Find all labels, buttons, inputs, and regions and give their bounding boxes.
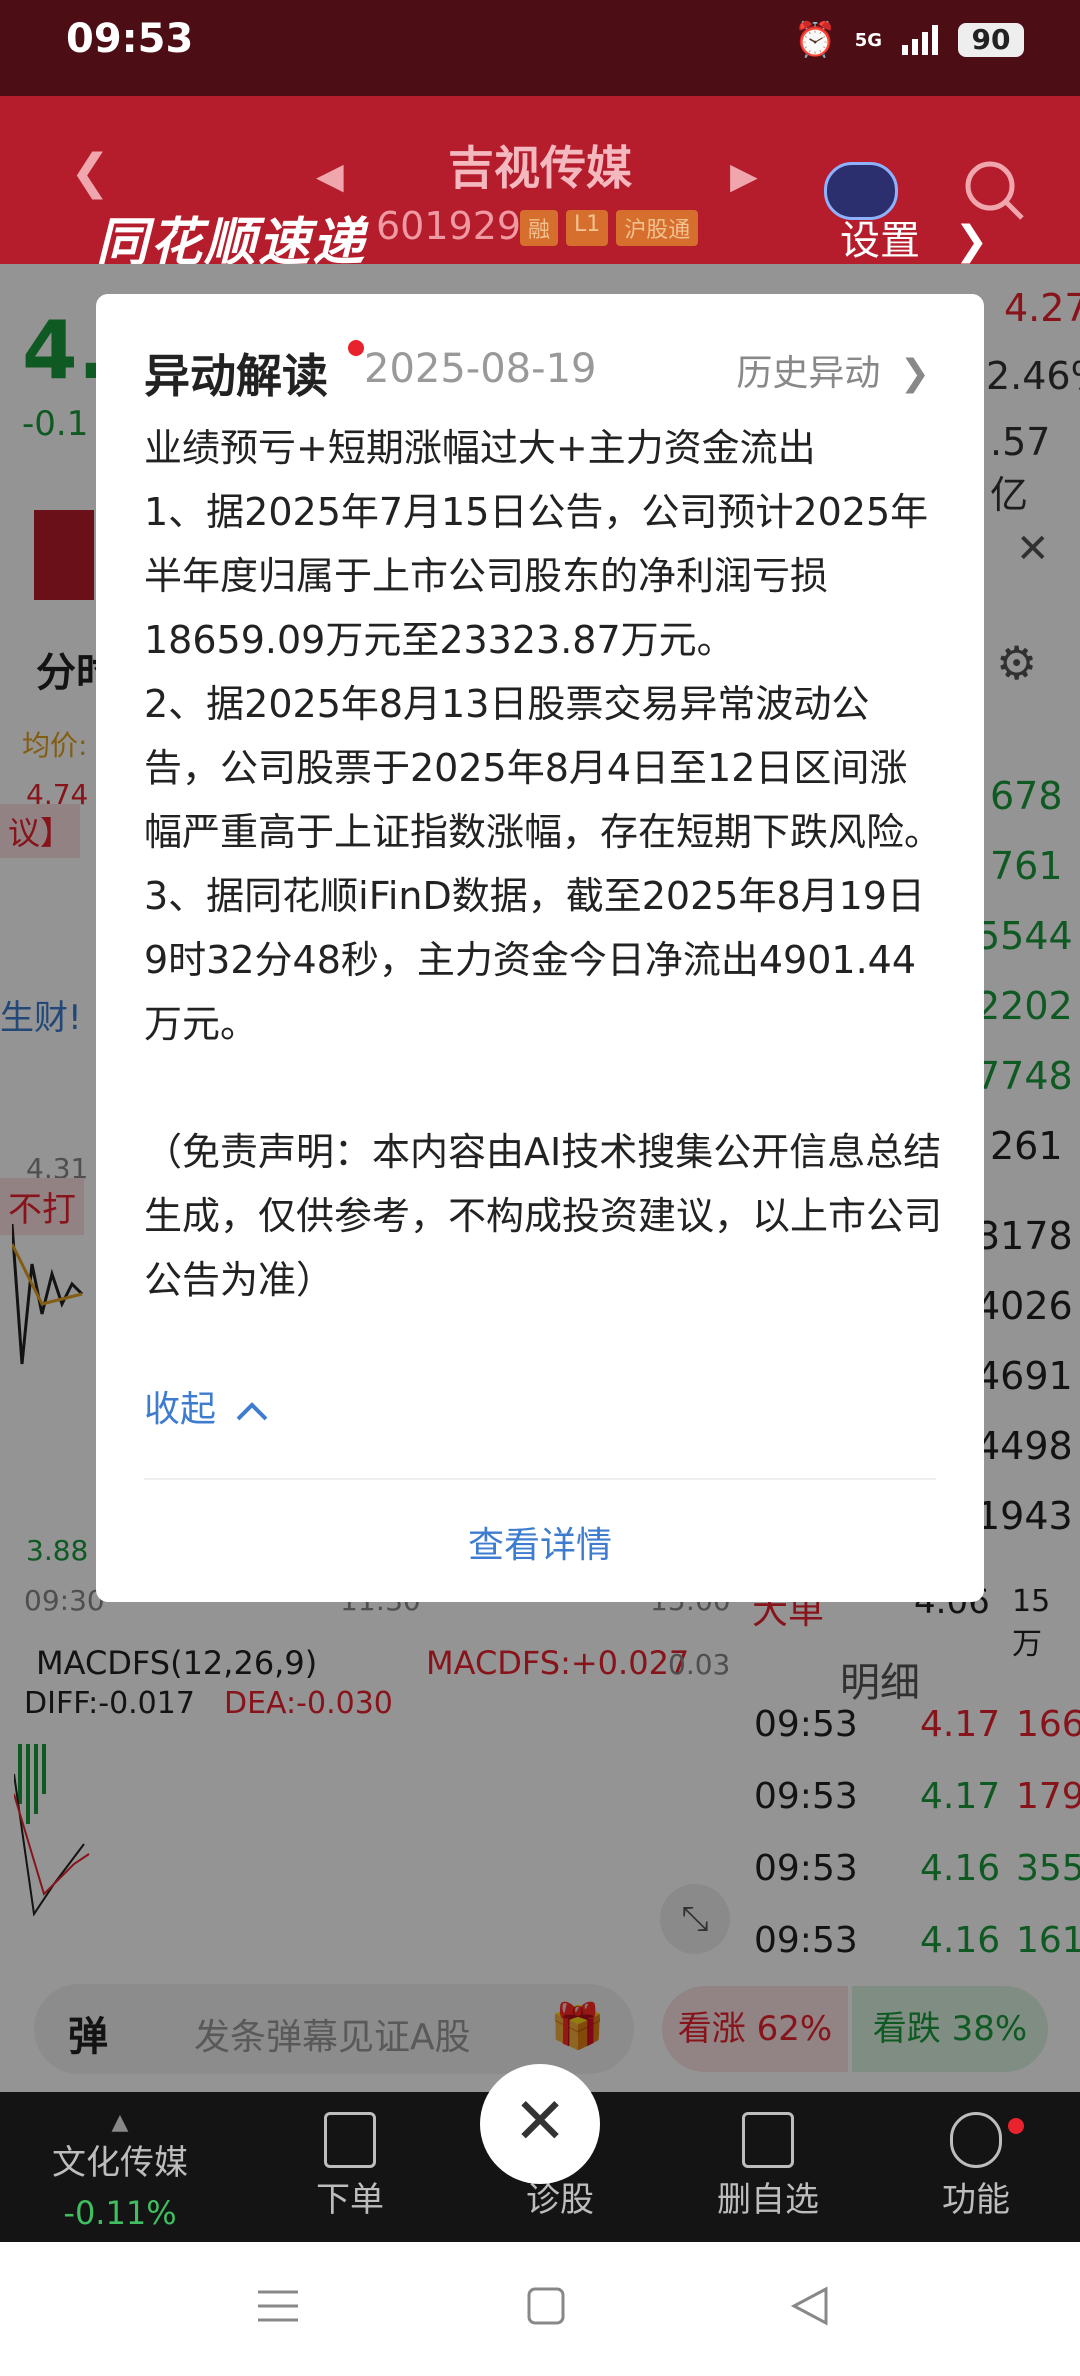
sector-info[interactable]: ▲ 文化传媒 -0.11% — [30, 2110, 210, 2232]
close-icon: ✕ — [513, 2085, 567, 2159]
summary-text: 业绩预亏+短期涨幅过大+主力资金流出 — [144, 426, 816, 470]
new-dot-icon — [348, 340, 364, 356]
menu-icon[interactable] — [256, 2286, 300, 2330]
nav-order-label: 下单 — [316, 2180, 384, 2220]
stock-name: 吉视传媒 — [448, 141, 632, 195]
view-detail-button[interactable]: 查看详情 — [96, 1516, 984, 1568]
chevron-right-icon: ❯ — [899, 353, 930, 394]
sector-change: -0.11% — [63, 2194, 177, 2232]
signal-icon — [900, 23, 940, 57]
tag-margin: 融 — [520, 210, 559, 246]
dialog-divider — [144, 1478, 936, 1480]
stock-tags: 融 L1 沪股通 — [520, 210, 699, 246]
history-anomaly-link[interactable]: 历史异动 ❯ — [736, 344, 930, 396]
close-dialog-button[interactable]: ✕ — [480, 2064, 600, 2184]
dialog-date: 2025-08-19 — [364, 346, 597, 392]
sector-name: 文化传媒 — [52, 2143, 188, 2183]
nav-functions-label: 功能 — [942, 2180, 1010, 2220]
settings-label: 设置 — [840, 218, 920, 264]
stock-code: 601929 — [376, 204, 522, 248]
chevron-up-icon: ▲ — [111, 2110, 129, 2135]
nav-remove-watchlist[interactable]: 删自选 — [688, 2112, 848, 2221]
battery-indicator: 90 — [958, 23, 1024, 57]
status-time: 09:53 — [66, 16, 194, 62]
point-1-text: 1、据2025年7月15日公告，公司预计2025年半年度归属于上市公司股东的净利… — [144, 490, 929, 662]
point-3-text: 3、据同花顺iFinD数据，截至2025年8月19日9时32分48秒，主力资金今… — [144, 874, 925, 1046]
network-label: 5G — [854, 29, 882, 51]
anomaly-dialog: 异动解读 2025-08-19 历史异动 ❯ 业绩预亏+短期涨幅过大+主力资金流… — [96, 294, 984, 1602]
home-icon[interactable] — [526, 2286, 566, 2330]
status-bar: 09:53 ⏰ 5G 90 — [0, 0, 1080, 96]
history-label: 历史异动 — [736, 353, 881, 394]
order-icon — [324, 2112, 376, 2168]
stock-header: ❮ ◀ 吉视传媒 ▶ 同花顺速递 601929 融 L1 沪股通 设置 ❯ — [0, 96, 1080, 273]
notification-dot — [1008, 2118, 1024, 2134]
chevron-up-icon — [235, 1389, 269, 1430]
back-nav-icon[interactable] — [790, 2286, 830, 2330]
tag-shanghai-connect: 沪股通 — [616, 210, 699, 246]
system-nav-bar — [0, 2242, 1080, 2376]
nav-order[interactable]: 下单 — [270, 2112, 430, 2221]
dialog-body: 业绩预亏+短期涨幅过大+主力资金流出 1、据2025年7月15日公告，公司预计2… — [144, 416, 944, 1312]
tag-level1: L1 — [566, 210, 609, 246]
nav-remove-label: 删自选 — [717, 2180, 819, 2220]
nav-diagnose-label: 诊股 — [526, 2180, 594, 2220]
settings-link[interactable]: 设置 ❯ — [840, 208, 988, 266]
status-icons: ⏰ 5G 90 — [794, 20, 1024, 60]
functions-icon — [950, 2112, 1002, 2168]
point-2-text: 2、据2025年8月13日股票交易异常波动公告，公司股票于2025年8月4日至1… — [144, 682, 943, 854]
alarm-icon: ⏰ — [794, 20, 837, 60]
dialog-title: 异动解读 — [144, 349, 328, 403]
collapse-button[interactable]: 收起 — [144, 1380, 269, 1432]
next-stock-icon[interactable]: ▶ — [730, 156, 758, 197]
disclaimer-text: （免责声明：本内容由AI技术搜集公开信息总结生成，仅供参考，不构成投资建议，以上… — [144, 1130, 943, 1302]
remove-watchlist-icon — [742, 2112, 794, 2168]
collapse-label: 收起 — [144, 1389, 217, 1430]
nav-functions[interactable]: 功能 — [896, 2112, 1056, 2221]
chevron-right-icon: ❯ — [954, 218, 989, 264]
